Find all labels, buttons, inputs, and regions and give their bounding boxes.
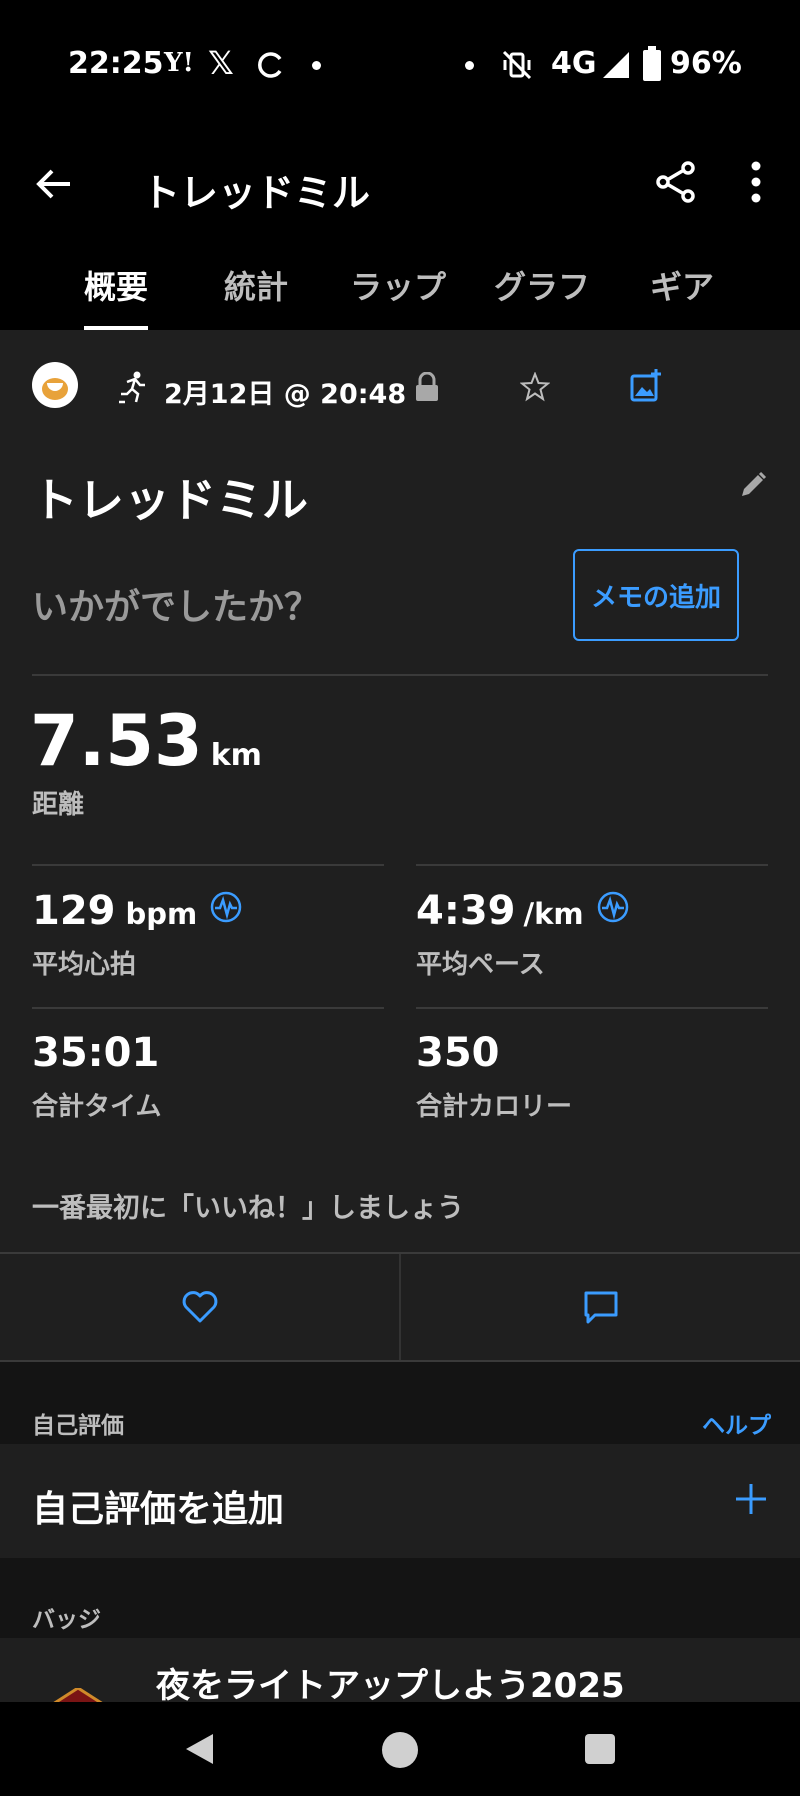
- divider: [416, 1007, 768, 1009]
- status-bar: 22:25 Y! 𝕏 4G 96%: [0, 0, 800, 130]
- tab-stats[interactable]: 統計: [224, 262, 288, 308]
- tab-overview[interactable]: 概要: [84, 262, 148, 308]
- avg-heart-rate-unit: bpm: [125, 897, 198, 931]
- distance-value: 7.53: [30, 700, 203, 782]
- nav-back-icon[interactable]: [183, 1732, 215, 1766]
- total-calories-label: 合計カロリー: [416, 1092, 573, 1122]
- divider: [32, 674, 768, 676]
- tab-gear[interactable]: ギア: [650, 262, 714, 308]
- plus-icon[interactable]: [734, 1482, 768, 1516]
- add-memo-button[interactable]: メモの追加: [573, 549, 739, 641]
- status-time: 22:25: [68, 46, 164, 81]
- avg-heart-rate-stat: 129 bpm: [32, 888, 243, 934]
- tab-laps[interactable]: ラップ: [350, 262, 446, 308]
- x-icon: 𝕏: [208, 44, 234, 82]
- comment-button[interactable]: [401, 1254, 800, 1360]
- avatar[interactable]: [32, 362, 78, 408]
- self-eval-label: 自己評価: [32, 1413, 124, 1439]
- star-icon[interactable]: [520, 372, 550, 402]
- add-photo-icon[interactable]: [630, 368, 662, 402]
- divider: [32, 1007, 384, 1009]
- running-icon: [119, 371, 145, 404]
- system-nav-bar: [0, 1702, 800, 1796]
- badge-title: 夜をライトアップしよう2025: [156, 1666, 625, 1702]
- heart-rate-monitor-icon[interactable]: [209, 890, 243, 924]
- vibrate-off-icon: [502, 50, 532, 80]
- edit-pencil-icon[interactable]: [738, 470, 768, 500]
- notification-dot-icon: [312, 61, 321, 70]
- nav-recents-icon[interactable]: [585, 1734, 615, 1764]
- avg-pace-stat: 4:39 /km: [416, 888, 630, 934]
- lock-icon[interactable]: [414, 372, 440, 402]
- add-self-eval-label: 自己評価を追加: [32, 1489, 285, 1530]
- distance-value-group: 7.53 km: [30, 700, 262, 782]
- total-time-value: 35:01: [32, 1030, 160, 1076]
- total-time-label: 合計タイム: [32, 1092, 162, 1122]
- yahoo-icon: Y!: [164, 48, 194, 78]
- self-eval-section-header: 自己評価 ヘルプ: [0, 1362, 800, 1444]
- page-title: トレッドミル: [142, 171, 371, 215]
- avg-pace-unit: /km: [523, 897, 584, 931]
- tab-indicator: [84, 326, 148, 330]
- more-options-icon[interactable]: [748, 160, 764, 204]
- share-icon[interactable]: [654, 160, 698, 204]
- nav-home-icon[interactable]: [382, 1732, 418, 1768]
- tab-graphs[interactable]: グラフ: [494, 262, 590, 308]
- avg-heart-rate-value: 129: [32, 888, 116, 934]
- add-self-eval-row[interactable]: 自己評価を追加: [0, 1444, 800, 1558]
- activity-title: トレッドミル: [32, 473, 308, 527]
- pace-monitor-icon[interactable]: [596, 890, 630, 924]
- add-memo-label: メモの追加: [590, 582, 721, 613]
- help-link[interactable]: ヘルプ: [702, 1406, 771, 1440]
- badges-label: バッジ: [32, 1607, 101, 1633]
- avg-pace-label: 平均ペース: [416, 950, 545, 980]
- activity-date: 2月12日 @ 20:48: [164, 379, 407, 410]
- distance-unit: km: [210, 738, 262, 773]
- sync-icon: [258, 52, 282, 78]
- divider: [416, 864, 768, 866]
- like-prompt: 一番最初に「いいね！」しましょう: [32, 1193, 464, 1224]
- like-button[interactable]: [0, 1254, 399, 1360]
- avg-pace-value: 4:39: [416, 888, 516, 934]
- signal-icon: [603, 52, 629, 78]
- battery-level: 96%: [670, 46, 742, 81]
- battery-icon: [643, 46, 661, 81]
- badges-section-header: バッジ: [0, 1558, 800, 1638]
- back-arrow-icon[interactable]: [34, 164, 74, 204]
- divider: [32, 864, 384, 866]
- avg-heart-rate-label: 平均心拍: [32, 950, 137, 980]
- feedback-question: いかがでしたか？: [32, 587, 321, 628]
- network-type: 4G: [551, 46, 597, 81]
- comment-icon: [584, 1291, 618, 1324]
- badge-item[interactable]: 夜をライトアップしよう2025: [0, 1638, 800, 1702]
- badge-emblem-icon: [53, 1688, 103, 1702]
- total-calories-value: 350: [416, 1030, 500, 1076]
- notification-dot-icon: [465, 61, 474, 70]
- heart-icon: [182, 1291, 218, 1323]
- distance-label: 距離: [32, 790, 85, 820]
